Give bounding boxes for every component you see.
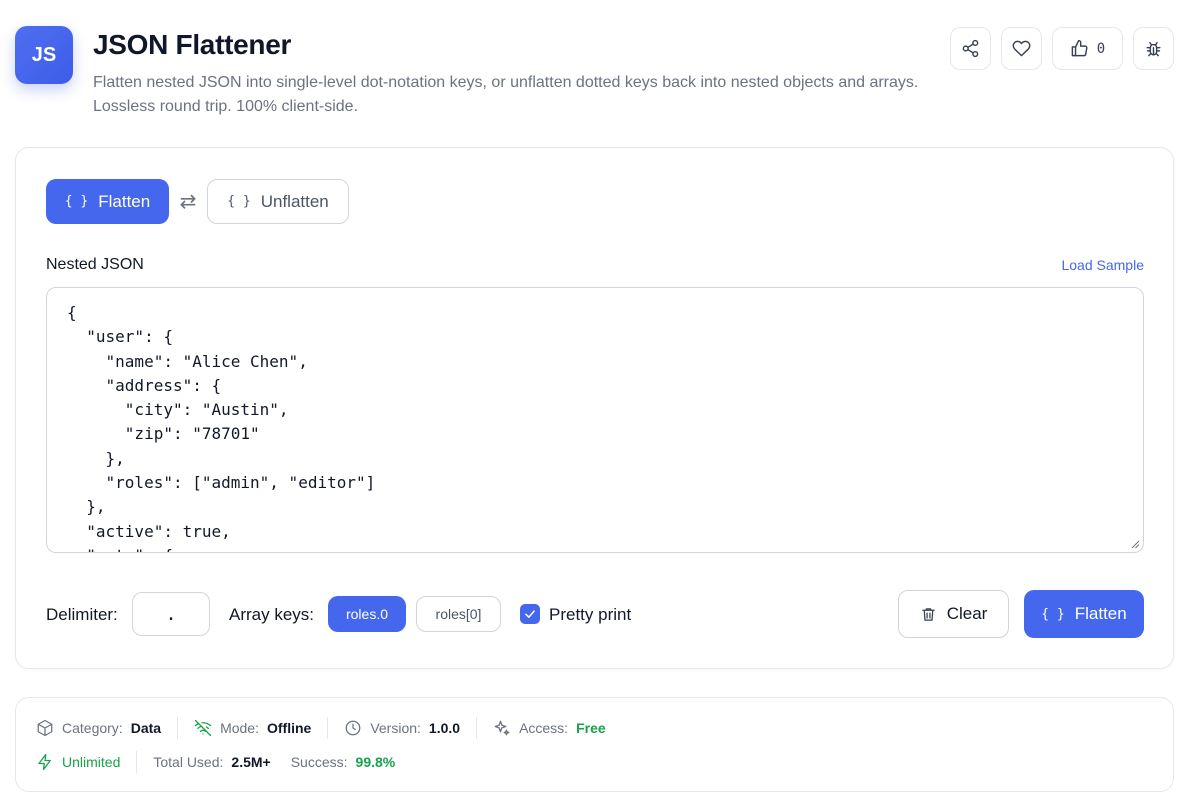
clear-button[interactable]: Clear	[898, 590, 1009, 638]
cube-icon	[37, 719, 53, 737]
category-info: Category: Data	[36, 719, 161, 737]
clear-label: Clear	[946, 604, 988, 623]
success-label: Success:	[290, 754, 348, 770]
divider	[476, 717, 478, 739]
tool-card: { } Flatten ⇄ { } Unflatten Nested JSON …	[15, 147, 1174, 669]
category-value: Data	[130, 720, 162, 736]
success-info: Success: 99.8%	[291, 754, 396, 770]
access-label: Access:	[519, 720, 569, 736]
app-logo: JS	[15, 26, 73, 84]
bug-icon	[1146, 41, 1161, 57]
wifi-off-icon	[194, 719, 212, 737]
access-info: Access: Free	[493, 719, 606, 737]
pretty-print-label[interactable]: Pretty print	[549, 605, 631, 625]
json-input-content: { "user": { "name": "Alice Chen", "addre…	[67, 303, 376, 552]
favorite-button[interactable]	[1001, 27, 1042, 70]
access-value: Free	[576, 720, 606, 736]
divider	[327, 717, 329, 739]
flatten-mode-button[interactable]: { } Flatten	[46, 179, 169, 224]
mode-value: Offline	[266, 720, 312, 736]
unlimited-info: Unlimited	[36, 753, 120, 771]
input-label: Nested JSON	[46, 256, 144, 273]
braces-icon: { }	[1041, 606, 1065, 622]
checkmark-icon	[525, 610, 535, 618]
pretty-print-checkbox[interactable]	[520, 604, 540, 624]
info-row-stats: Unlimited Total Used: 2.5M+ Success: 99.…	[36, 751, 395, 773]
thumbs-up-icon	[1071, 39, 1088, 57]
page-subtitle: Flatten nested JSON into single-level do…	[93, 74, 919, 115]
info-row-meta: Category: Data Mode: Offline Version: 1.…	[36, 717, 606, 739]
version-info: Version: 1.0.0	[344, 719, 460, 737]
json-input-textarea[interactable]: { "user": { "name": "Alice Chen", "addre…	[46, 287, 1144, 553]
array-key-bracket-option[interactable]: roles[0]	[416, 596, 501, 632]
resize-handle-icon[interactable]	[1130, 539, 1140, 549]
delimiter-label: Delimiter:	[46, 605, 118, 624]
like-count: 0	[1096, 40, 1106, 57]
total-used-label: Total Used:	[153, 754, 224, 770]
version-label: Version:	[370, 720, 421, 736]
swap-icon[interactable]: ⇄	[177, 188, 199, 214]
braces-icon: { }	[227, 194, 251, 209]
tool-info-panel: Category: Data Mode: Offline Version: 1.…	[15, 697, 1174, 792]
clock-icon	[345, 720, 361, 736]
flatten-run-button[interactable]: { } Flatten	[1024, 590, 1144, 638]
unflatten-mode-button[interactable]: { } Unflatten	[207, 179, 349, 224]
total-used-value: 2.5M+	[231, 754, 271, 770]
mode-label: Mode:	[220, 720, 259, 736]
array-keys-label: Array keys:	[229, 605, 315, 624]
mode-info: Mode: Offline	[194, 719, 311, 737]
page-title: JSON Flattener	[93, 29, 292, 60]
report-bug-button[interactable]	[1133, 27, 1174, 70]
success-value: 99.8%	[355, 754, 396, 770]
divider	[177, 717, 179, 739]
like-button[interactable]: 0	[1052, 27, 1123, 70]
category-label: Category:	[62, 720, 123, 736]
share-button[interactable]	[950, 27, 991, 70]
flatten-run-label: Flatten	[1074, 604, 1127, 623]
trash-icon	[921, 607, 935, 621]
total-used-info: Total Used: 2.5M+	[153, 754, 270, 770]
delimiter-input[interactable]: .	[132, 592, 210, 636]
load-sample-link[interactable]: Load Sample	[1061, 257, 1144, 273]
divider	[136, 751, 138, 773]
version-value: 1.0.0	[428, 720, 461, 736]
heart-icon	[1012, 40, 1031, 57]
share-icon	[962, 39, 979, 58]
unflatten-mode-label: Unflatten	[260, 191, 329, 211]
array-key-dot-option[interactable]: roles.0	[328, 596, 406, 632]
braces-icon: { }	[64, 194, 89, 209]
unlimited-label: Unlimited	[62, 754, 121, 770]
flatten-mode-label: Flatten	[98, 191, 151, 211]
lightning-icon	[38, 753, 51, 771]
sparkles-icon	[494, 720, 510, 736]
